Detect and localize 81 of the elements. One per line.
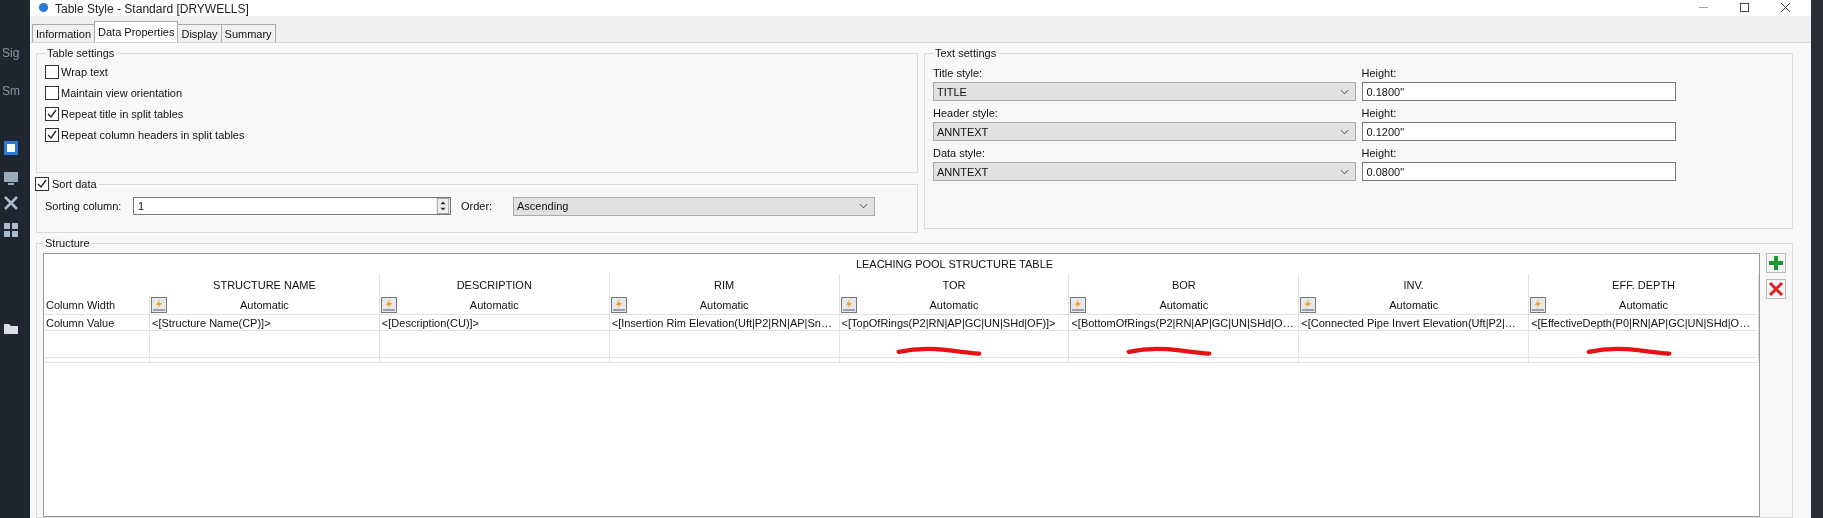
- group-title: Table settings: [46, 47, 116, 59]
- column-header: RIM: [714, 279, 735, 291]
- checkbox[interactable]: [35, 177, 49, 191]
- column-header: INV.: [1403, 279, 1424, 291]
- field-label: Height:: [1361, 147, 1398, 159]
- app-icon[interactable]: [3, 140, 19, 156]
- sorting-column-field[interactable]: 1: [133, 197, 451, 215]
- delete-icon[interactable]: [1766, 279, 1786, 299]
- tab[interactable]: Display: [177, 24, 222, 42]
- group-title: Text settings: [934, 47, 998, 59]
- checkbox-label: Wrap text: [61, 66, 108, 78]
- style-dropdown[interactable]: ANNTEXT: [933, 162, 1356, 181]
- checkbox-label: Repeat column headers in split tables: [61, 129, 245, 141]
- table-cell: Automatic: [1159, 299, 1209, 311]
- app-label: Sm: [2, 84, 20, 98]
- lightning-icon[interactable]: [610, 297, 627, 313]
- field-label: Data style:: [933, 147, 986, 159]
- monitor-icon[interactable]: [3, 170, 19, 186]
- tab[interactable]: Data Properties: [94, 21, 179, 42]
- checkbox-label: Repeat title in split tables: [61, 108, 184, 120]
- maximize-icon[interactable]: [1739, 2, 1750, 13]
- lightning-icon[interactable]: [1530, 297, 1547, 313]
- lightning-icon[interactable]: [1070, 297, 1087, 313]
- field-label: Height:: [1361, 67, 1398, 79]
- add-icon[interactable]: [1766, 253, 1786, 273]
- row-label: Column Width: [46, 299, 116, 311]
- tab[interactable]: Information: [32, 24, 96, 42]
- table-cell: <[BottomOfRings(P2|RN|AP|GC|UN|SHd|O…: [1071, 316, 1294, 329]
- table-cell: Automatic: [699, 299, 749, 311]
- tab[interactable]: Summary: [220, 24, 276, 42]
- lightning-icon[interactable]: [840, 297, 857, 313]
- table-cell: Automatic: [469, 299, 519, 311]
- column-header: EFF. DEPTH: [1612, 279, 1676, 291]
- window-title: Table Style - Standard [DRYWELLS]: [55, 2, 249, 16]
- lightning-icon[interactable]: [1300, 297, 1317, 313]
- order-dropdown[interactable]: Ascending: [513, 196, 875, 216]
- style-dropdown[interactable]: TITLE: [933, 82, 1356, 101]
- table-cell: Automatic: [1389, 299, 1439, 311]
- close-icon[interactable]: [1780, 2, 1791, 13]
- field-label: Sorting column:: [45, 200, 123, 212]
- checkbox-label: Maintain view orientation: [61, 87, 183, 99]
- column-header: STRUCTURE NAME: [213, 279, 316, 291]
- column-header: DESCRIPTION: [456, 279, 532, 291]
- field-label: Title style:: [933, 67, 984, 79]
- chevron-down-icon: [859, 203, 868, 209]
- field-label: Header style:: [933, 107, 999, 119]
- app-logo-icon: [38, 2, 49, 13]
- chevron-down-icon: [1339, 168, 1349, 175]
- field-label: Order:: [460, 200, 494, 212]
- table-cell: <[TopOfRings(P2|RN|AP|GC|UN|SHd|OF)]>: [841, 316, 1056, 329]
- height-field[interactable]: 0.1800": [1361, 82, 1676, 101]
- row-label: Column Value: [46, 316, 115, 329]
- table-cell: <[Structure Name(CP)]>: [152, 316, 271, 329]
- tool-icon[interactable]: [3, 195, 19, 211]
- table-cell: <[Insertion Rim Elevation(Uft|P2|RN|AP|Sn…: [611, 316, 832, 329]
- grid-icon[interactable]: [3, 222, 19, 238]
- field-label: Height:: [1361, 107, 1398, 119]
- app-label: Sig: [2, 46, 20, 60]
- checkbox[interactable]: [45, 107, 59, 121]
- checkbox[interactable]: [45, 128, 59, 142]
- table-cell: <[Description(CU)]>: [381, 316, 480, 329]
- column-header: BOR: [1171, 279, 1196, 291]
- lightning-icon[interactable]: [380, 297, 397, 313]
- chevron-down-icon: [1339, 128, 1349, 135]
- height-field[interactable]: 0.1200": [1361, 122, 1676, 141]
- checkbox[interactable]: [45, 86, 59, 100]
- table-title: LEACHING POOL STRUCTURE TABLE: [855, 258, 1054, 270]
- table-cell: <[EffectiveDepth(P0|RN|AP|GC|UN|SHd|O…: [1531, 316, 1751, 329]
- column-header: TOR: [942, 279, 966, 291]
- spinner-icon[interactable]: [436, 198, 450, 214]
- style-dropdown[interactable]: ANNTEXT: [933, 122, 1356, 141]
- height-field[interactable]: 0.0800": [1361, 162, 1676, 181]
- table-cell: Automatic: [239, 299, 289, 311]
- table-cell: Automatic: [929, 299, 979, 311]
- group-title: Structure: [44, 237, 91, 249]
- table-cell: Automatic: [1619, 299, 1669, 311]
- chevron-down-icon: [1339, 88, 1349, 95]
- checkbox-label: Sort data: [52, 178, 97, 190]
- lightning-icon[interactable]: [151, 297, 167, 313]
- table-cell: <[Connected Pipe Invert Elevation(Uft|P2|…: [1301, 316, 1516, 329]
- checkbox[interactable]: [45, 65, 59, 79]
